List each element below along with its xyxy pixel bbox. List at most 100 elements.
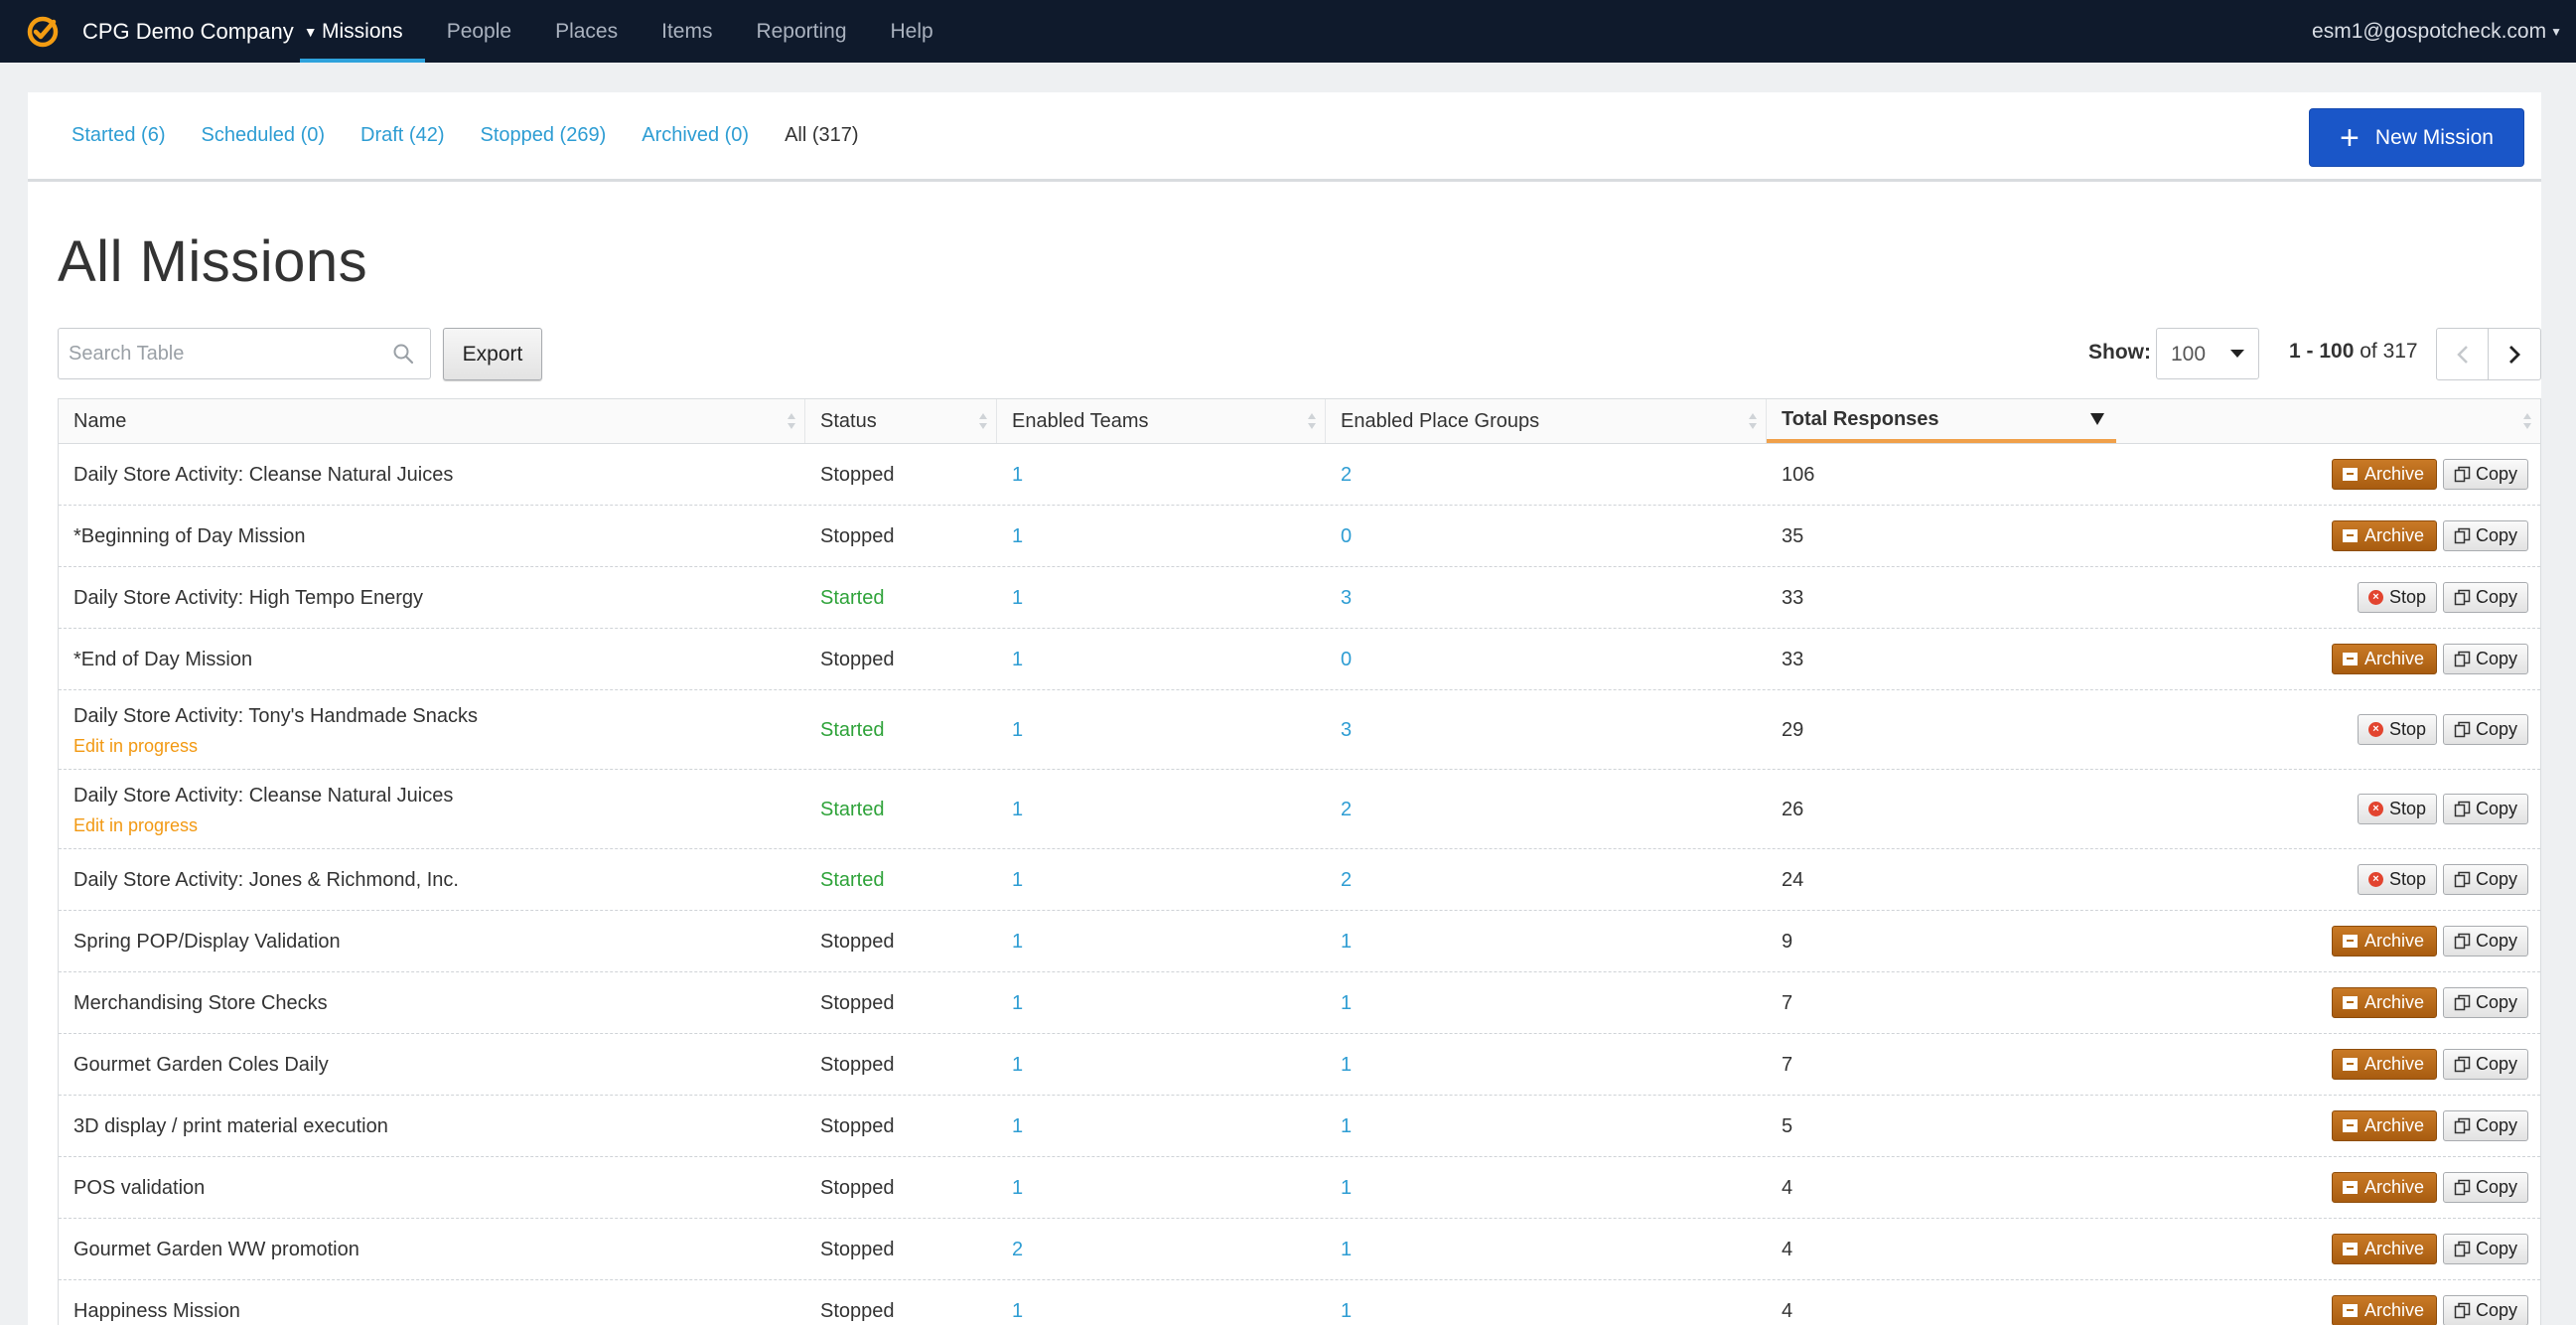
archive-button[interactable]: Archive bbox=[2331, 1295, 2437, 1325]
column-header-actions[interactable] bbox=[2116, 399, 2540, 443]
enabled-teams-link[interactable]: 1 bbox=[1012, 931, 1023, 954]
table-row[interactable]: Gourmet Garden WW promotion Stopped 2 1 4 Arc… bbox=[59, 1219, 2540, 1280]
enabled-place-groups-link[interactable]: 1 bbox=[1341, 1177, 1352, 1200]
archive-button[interactable]: Archive bbox=[2331, 987, 2437, 1018]
mission-name[interactable]: Happiness Mission bbox=[73, 1300, 240, 1322]
table-row[interactable]: Daily Store Activity: Jones & Richmond, … bbox=[59, 849, 2540, 911]
tab-scheduled[interactable]: Scheduled (0) bbox=[201, 124, 325, 147]
tab-draft[interactable]: Draft (42) bbox=[360, 124, 444, 147]
mission-name[interactable]: 3D display / print material execution bbox=[73, 1115, 388, 1137]
enabled-teams-link[interactable]: 1 bbox=[1012, 869, 1023, 892]
archive-button[interactable]: Archive bbox=[2331, 644, 2437, 674]
column-header-enabled-teams[interactable]: Enabled Teams bbox=[997, 399, 1325, 443]
table-row[interactable]: *End of Day Mission Stopped 1 0 33 Archive Cop… bbox=[59, 629, 2540, 690]
copy-button[interactable]: Copy bbox=[2442, 714, 2528, 745]
copy-button[interactable]: Copy bbox=[2442, 987, 2528, 1018]
enabled-place-groups-link[interactable]: 1 bbox=[1341, 992, 1352, 1015]
enabled-teams-link[interactable]: 1 bbox=[1012, 649, 1023, 671]
stop-button[interactable]: × Stop bbox=[2357, 582, 2437, 613]
mission-name[interactable]: Daily Store Activity: Cleanse Natural Ju… bbox=[73, 785, 453, 807]
copy-button[interactable]: Copy bbox=[2442, 582, 2528, 613]
copy-button[interactable]: Copy bbox=[2442, 520, 2528, 551]
enabled-place-groups-link[interactable]: 3 bbox=[1341, 587, 1352, 610]
mission-name[interactable]: Spring POP/Display Validation bbox=[73, 931, 341, 953]
archive-button[interactable]: Archive bbox=[2331, 926, 2437, 957]
copy-button[interactable]: Copy bbox=[2442, 1172, 2528, 1203]
table-row[interactable]: *Beginning of Day Mission Stopped 1 0 35 Arch… bbox=[59, 506, 2540, 567]
mission-name[interactable]: Daily Store Activity: Cleanse Natural Ju… bbox=[73, 464, 453, 486]
archive-button[interactable]: Archive bbox=[2331, 1049, 2437, 1080]
table-row[interactable]: 3D display / print material execution Sto… bbox=[59, 1096, 2540, 1157]
nav-places[interactable]: Places bbox=[533, 0, 640, 63]
mission-name[interactable]: Daily Store Activity: Tony's Handmade Sn… bbox=[73, 705, 478, 727]
stop-button[interactable]: × Stop bbox=[2357, 794, 2437, 824]
tab-started[interactable]: Started (6) bbox=[72, 124, 165, 147]
tab-all[interactable]: All (317) bbox=[785, 124, 858, 147]
enabled-teams-link[interactable]: 1 bbox=[1012, 1300, 1023, 1323]
enabled-teams-link[interactable]: 1 bbox=[1012, 799, 1023, 821]
enabled-teams-link[interactable]: 2 bbox=[1012, 1239, 1023, 1261]
table-row[interactable]: Daily Store Activity: High Tempo Energy S… bbox=[59, 567, 2540, 629]
nav-items[interactable]: Items bbox=[640, 0, 734, 63]
enabled-place-groups-link[interactable]: 2 bbox=[1341, 464, 1352, 487]
enabled-place-groups-link[interactable]: 1 bbox=[1341, 1300, 1352, 1323]
table-row[interactable]: Daily Store Activity: Tony's Handmade Sn… bbox=[59, 690, 2540, 770]
table-row[interactable]: POS validation Stopped 1 1 4 Archive Copy bbox=[59, 1157, 2540, 1219]
enabled-teams-link[interactable]: 1 bbox=[1012, 525, 1023, 548]
copy-button[interactable]: Copy bbox=[2442, 459, 2528, 490]
enabled-place-groups-link[interactable]: 1 bbox=[1341, 1239, 1352, 1261]
mission-name[interactable]: *Beginning of Day Mission bbox=[73, 525, 305, 547]
mission-name[interactable]: POS validation bbox=[73, 1177, 205, 1199]
enabled-teams-link[interactable]: 1 bbox=[1012, 1115, 1023, 1138]
search-icon[interactable] bbox=[392, 343, 414, 365]
copy-button[interactable]: Copy bbox=[2442, 1234, 2528, 1264]
copy-button[interactable]: Copy bbox=[2442, 1049, 2528, 1080]
enabled-place-groups-link[interactable]: 2 bbox=[1341, 799, 1352, 821]
enabled-place-groups-link[interactable]: 1 bbox=[1341, 931, 1352, 954]
mission-name[interactable]: Daily Store Activity: Jones & Richmond, … bbox=[73, 869, 459, 891]
nav-missions[interactable]: Missions bbox=[300, 0, 425, 63]
enabled-teams-link[interactable]: 1 bbox=[1012, 1054, 1023, 1077]
mission-name[interactable]: Merchandising Store Checks bbox=[73, 992, 328, 1014]
copy-button[interactable]: Copy bbox=[2442, 794, 2528, 824]
table-row[interactable]: Gourmet Garden Coles Daily Stopped 1 1 7 Arch… bbox=[59, 1034, 2540, 1096]
table-row[interactable]: Daily Store Activity: Cleanse Natural Ju… bbox=[59, 444, 2540, 506]
nav-help[interactable]: Help bbox=[869, 0, 955, 63]
table-row[interactable]: Spring POP/Display Validation Stopped 1 1 9 A… bbox=[59, 911, 2540, 972]
enabled-place-groups-link[interactable]: 0 bbox=[1341, 525, 1352, 548]
stop-button[interactable]: × Stop bbox=[2357, 864, 2437, 895]
table-row[interactable]: Daily Store Activity: Cleanse Natural Ju… bbox=[59, 770, 2540, 849]
next-page-button[interactable] bbox=[2489, 329, 2540, 379]
enabled-place-groups-link[interactable]: 1 bbox=[1341, 1115, 1352, 1138]
enabled-teams-link[interactable]: 1 bbox=[1012, 719, 1023, 742]
archive-button[interactable]: Archive bbox=[2331, 459, 2437, 490]
nav-people[interactable]: People bbox=[425, 0, 533, 63]
archive-button[interactable]: Archive bbox=[2331, 1234, 2437, 1264]
tab-archived[interactable]: Archived (0) bbox=[642, 124, 749, 147]
enabled-place-groups-link[interactable]: 1 bbox=[1341, 1054, 1352, 1077]
mission-name[interactable]: Gourmet Garden Coles Daily bbox=[73, 1054, 329, 1076]
enabled-place-groups-link[interactable]: 0 bbox=[1341, 649, 1352, 671]
copy-button[interactable]: Copy bbox=[2442, 1110, 2528, 1141]
gospotcheck-logo-icon[interactable] bbox=[27, 16, 59, 48]
enabled-teams-link[interactable]: 1 bbox=[1012, 1177, 1023, 1200]
page-size-select[interactable]: 100 bbox=[2156, 328, 2259, 379]
enabled-place-groups-link[interactable]: 3 bbox=[1341, 719, 1352, 742]
archive-button[interactable]: Archive bbox=[2331, 1110, 2437, 1141]
export-button[interactable]: Export bbox=[443, 328, 542, 380]
copy-button[interactable]: Copy bbox=[2442, 926, 2528, 957]
tab-stopped[interactable]: Stopped (269) bbox=[480, 124, 606, 147]
new-mission-button[interactable]: + New Mission bbox=[2309, 108, 2524, 167]
copy-button[interactable]: Copy bbox=[2442, 1295, 2528, 1325]
search-input[interactable] bbox=[59, 329, 376, 378]
mission-name[interactable]: *End of Day Mission bbox=[73, 649, 252, 670]
enabled-teams-link[interactable]: 1 bbox=[1012, 464, 1023, 487]
table-row[interactable]: Merchandising Store Checks Stopped 1 1 7 Arch… bbox=[59, 972, 2540, 1034]
copy-button[interactable]: Copy bbox=[2442, 864, 2528, 895]
mission-name[interactable]: Daily Store Activity: High Tempo Energy bbox=[73, 587, 423, 609]
table-row[interactable]: Happiness Mission Stopped 1 1 4 Archive Copy bbox=[59, 1280, 2540, 1325]
enabled-teams-link[interactable]: 1 bbox=[1012, 587, 1023, 610]
column-header-name[interactable]: Name bbox=[59, 399, 804, 443]
enabled-place-groups-link[interactable]: 2 bbox=[1341, 869, 1352, 892]
archive-button[interactable]: Archive bbox=[2331, 1172, 2437, 1203]
